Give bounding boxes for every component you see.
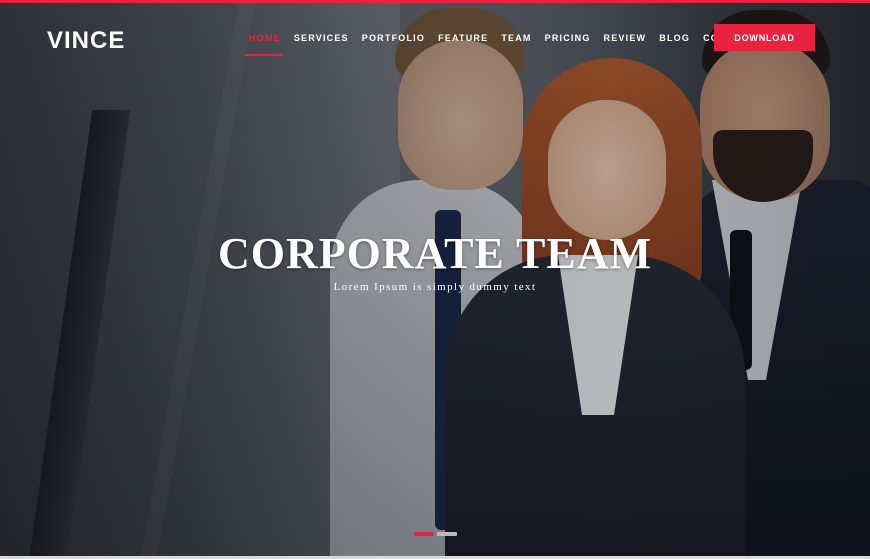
active-nav-underline [245,54,283,56]
nav-item-feature[interactable]: FEATURE [432,33,495,43]
nav-item-services[interactable]: SERVICES [287,33,355,43]
hero-title: CORPORATE TEAM [217,229,653,278]
slider-dot-2[interactable] [437,532,457,536]
download-button[interactable]: DOWNLOAD [714,24,815,51]
slider-dot-1[interactable] [414,532,434,536]
nav-item-pricing[interactable]: PRICING [538,33,597,43]
main-nav: HOME SERVICES PORTFOLIO FEATURE TEAM PRI… [249,33,761,43]
hero-section [0,0,870,559]
nav-item-review[interactable]: REVIEW [597,33,653,43]
nav-item-home[interactable]: HOME [249,33,287,43]
hero-overlay [0,0,870,559]
site-logo[interactable]: VINCE [47,27,125,55]
slider-pagination [414,532,457,536]
nav-item-portfolio[interactable]: PORTFOLIO [355,33,431,43]
nav-item-blog[interactable]: BLOG [653,33,697,43]
hero-subtitle: Lorem Ipsum is simply dummy text [333,281,537,293]
nav-item-team[interactable]: TEAM [495,33,538,43]
top-accent-strip [0,0,870,3]
